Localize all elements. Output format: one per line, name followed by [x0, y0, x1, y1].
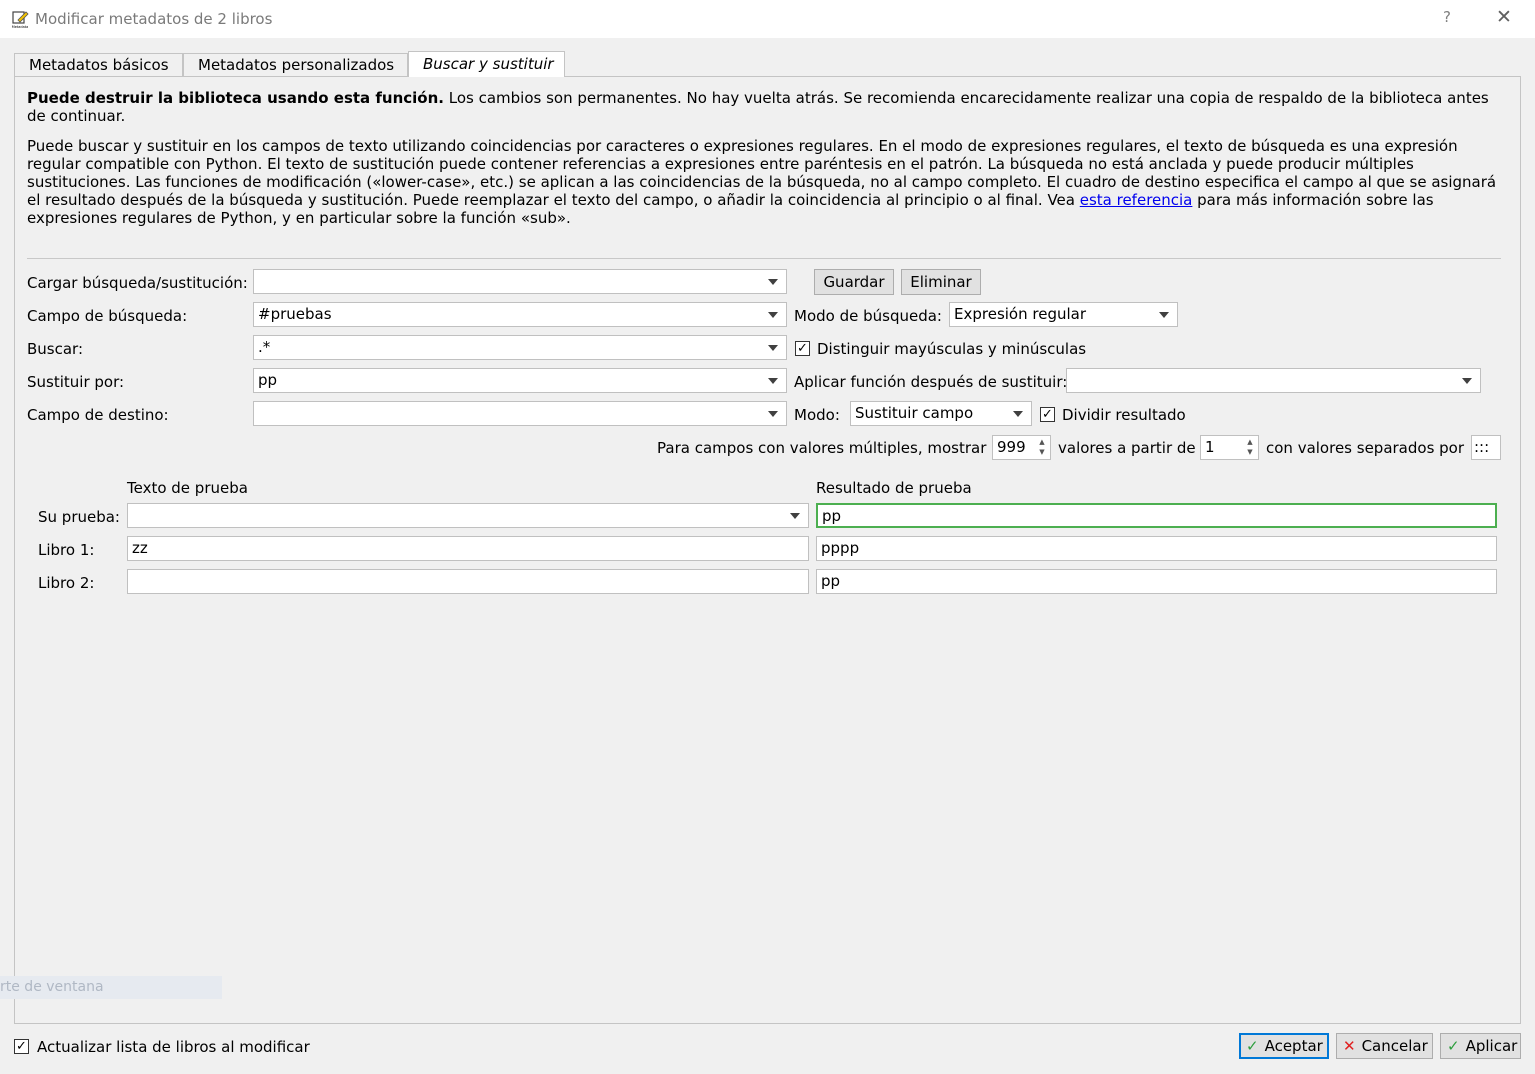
spin-down-icon[interactable]: ▼ — [1244, 448, 1256, 457]
apply-label: Aplicar — [1465, 1037, 1518, 1055]
divider — [27, 258, 1501, 259]
svg-text:Metadata: Metadata — [12, 25, 29, 29]
load-search-combo[interactable] — [253, 269, 787, 294]
search-mode-label: Modo de búsqueda: — [794, 307, 942, 325]
your-test-result-field[interactable]: pp — [816, 503, 1497, 528]
tab-label: Buscar y sustituir — [423, 55, 554, 73]
test-result-header: Resultado de prueba — [816, 479, 972, 497]
chevron-down-icon — [1159, 312, 1169, 318]
close-button[interactable]: ✕ — [1488, 6, 1520, 32]
book2-result-field[interactable]: pp — [816, 569, 1497, 594]
combo-value: #pruebas — [258, 305, 332, 323]
spin-up-icon[interactable]: ▲ — [1036, 438, 1048, 447]
test-row-label: Su prueba: — [38, 508, 120, 526]
cancel-label: Cancelar — [1361, 1037, 1428, 1055]
dest-field-combo[interactable] — [253, 401, 787, 426]
warning-bold: Puede destruir la biblioteca usando esta… — [27, 89, 444, 107]
ghost-tooltip: rte de ventana — [0, 976, 222, 999]
find-label: Buscar: — [27, 340, 84, 358]
search-field-label: Campo de búsqueda: — [27, 307, 188, 325]
apply-function-label: Aplicar función después de sustituir: — [794, 373, 1068, 391]
chevron-down-icon — [768, 411, 778, 417]
dest-field-label: Campo de destino: — [27, 406, 169, 424]
find-combo[interactable]: .* — [253, 335, 787, 360]
cancel-x-icon: ✕ — [1343, 1037, 1356, 1055]
chevron-down-icon — [1462, 378, 1472, 384]
tab-label: Metadatos personalizados — [198, 56, 395, 74]
ok-button[interactable]: ✓ Aceptar — [1239, 1033, 1329, 1059]
tab-label: Metadatos básicos — [29, 56, 169, 74]
reference-link[interactable]: esta referencia — [1080, 191, 1193, 209]
case-sensitive-checkbox[interactable]: ✓ — [795, 341, 810, 356]
load-search-label: Cargar búsqueda/sustitución: — [27, 274, 248, 292]
test-text-header: Texto de prueba — [127, 479, 248, 497]
spin-value: 999 — [997, 438, 1026, 456]
combo-value: Sustituir campo — [855, 404, 974, 422]
window-title: Modificar metadatos de 2 libros — [35, 10, 273, 28]
apply-button[interactable]: ✓ Aplicar — [1440, 1033, 1521, 1059]
multi-suffix-label: con valores separados por — [1266, 439, 1465, 457]
checkmark-icon: ✓ — [1447, 1037, 1460, 1055]
chevron-down-icon — [790, 513, 800, 519]
mode-label: Modo: — [794, 406, 840, 424]
multi-count-spinbox[interactable]: 999 ▲ ▼ — [992, 435, 1051, 460]
chevron-down-icon — [1013, 411, 1023, 417]
test-row-label: Libro 1: — [38, 541, 95, 559]
description-paragraph: Puede buscar y sustituir en los campos d… — [27, 137, 1502, 227]
mode-combo[interactable]: Sustituir campo — [850, 401, 1032, 426]
tab-metadatos-basicos[interactable]: Metadatos básicos — [14, 53, 183, 76]
search-field-combo[interactable]: #pruebas — [253, 302, 787, 327]
tab-buscar-y-sustituir[interactable]: Buscar y sustituir — [408, 51, 565, 77]
chevron-down-icon — [768, 345, 778, 351]
refresh-list-label: Actualizar lista de libros al modificar — [37, 1038, 310, 1056]
replace-label: Sustituir por: — [27, 373, 125, 391]
search-mode-combo[interactable]: Expresión regular — [949, 302, 1178, 327]
multi-prefix-label: Para campos con valores múltiples, mostr… — [657, 439, 987, 457]
your-test-combo[interactable] — [127, 503, 809, 528]
combo-value: .* — [258, 338, 271, 356]
spin-value: 1 — [1205, 438, 1215, 456]
book1-text-field[interactable]: zz — [127, 536, 809, 561]
spin-up-icon[interactable]: ▲ — [1244, 438, 1256, 447]
warning-paragraph: Puede destruir la biblioteca usando esta… — [27, 89, 1502, 125]
split-result-label: Dividir resultado — [1062, 406, 1186, 424]
book2-text-field[interactable] — [127, 569, 809, 594]
delete-button[interactable]: Eliminar — [901, 269, 981, 295]
multi-start-spinbox[interactable]: 1 ▲ ▼ — [1200, 435, 1259, 460]
save-button[interactable]: Guardar — [814, 269, 894, 295]
help-button[interactable]: ? — [1432, 8, 1462, 32]
cancel-button[interactable]: ✕ Cancelar — [1336, 1033, 1433, 1059]
apply-function-combo[interactable] — [1066, 368, 1481, 393]
test-row-label: Libro 2: — [38, 574, 95, 592]
combo-value: pp — [258, 371, 278, 389]
ok-label: Aceptar — [1264, 1037, 1323, 1055]
checkmark-icon: ✓ — [1246, 1037, 1259, 1055]
case-sensitive-label: Distinguir mayúsculas y minúsculas — [817, 340, 1087, 358]
calibre-metadata-icon: Metadata — [10, 9, 30, 29]
replace-combo[interactable]: pp — [253, 368, 787, 393]
spin-down-icon[interactable]: ▼ — [1036, 448, 1048, 457]
tab-metadatos-personalizados[interactable]: Metadatos personalizados — [183, 53, 408, 76]
chevron-down-icon — [768, 279, 778, 285]
split-result-checkbox[interactable]: ✓ — [1040, 407, 1055, 422]
book1-result-field[interactable]: pppp — [816, 536, 1497, 561]
refresh-list-checkbox[interactable]: ✓ — [14, 1039, 29, 1054]
combo-value: Expresión regular — [954, 305, 1086, 323]
chevron-down-icon — [768, 378, 778, 384]
chevron-down-icon — [768, 312, 778, 318]
intro-text: Puede destruir la biblioteca usando esta… — [27, 89, 1502, 239]
separator-input[interactable]: ::: — [1471, 435, 1501, 460]
multi-mid-label: valores a partir de — [1058, 439, 1196, 457]
